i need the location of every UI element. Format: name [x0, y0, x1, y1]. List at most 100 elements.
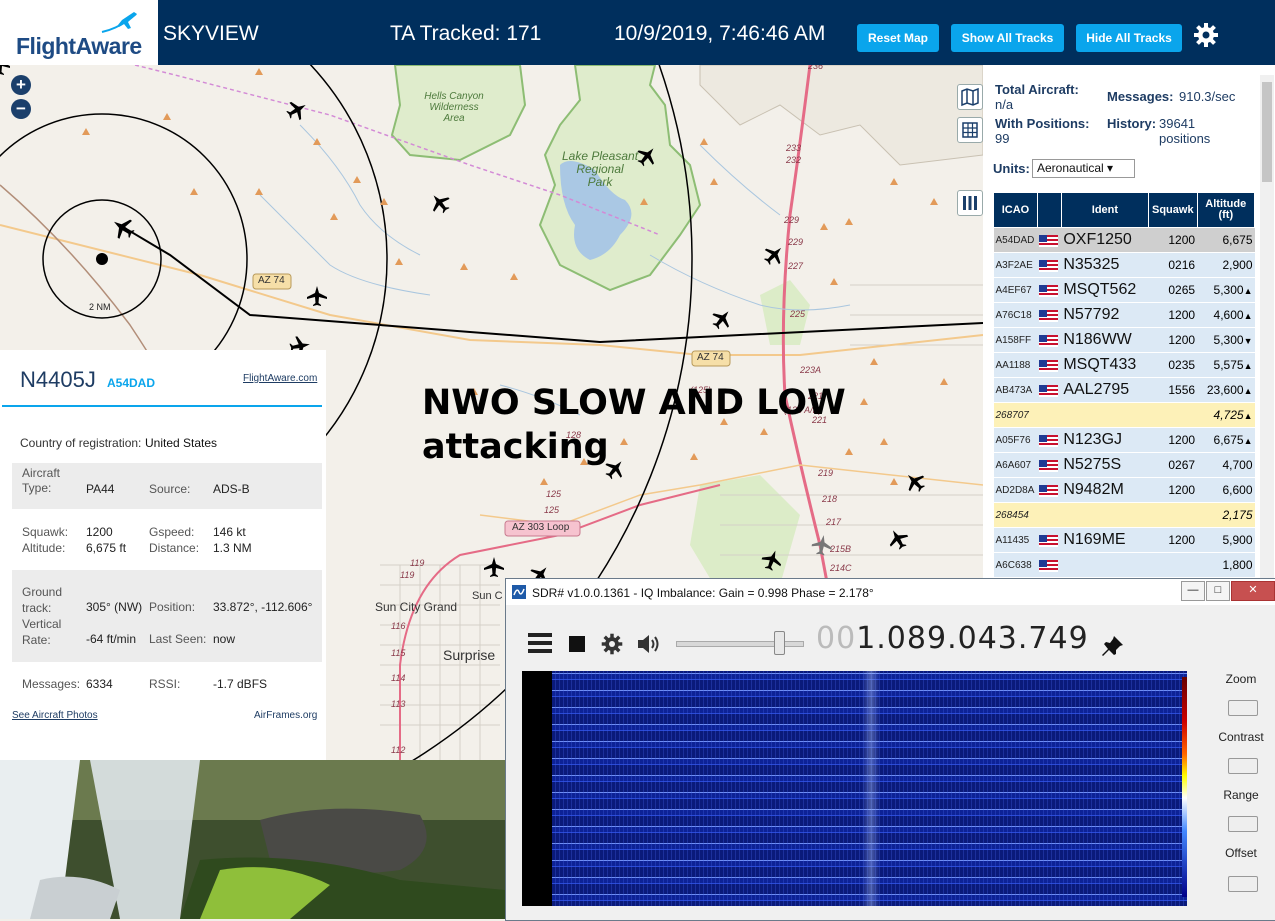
total-aircraft-label: Total Aircraft: [995, 82, 1079, 97]
reset-map-button[interactable]: Reset Map [857, 24, 939, 52]
table-row[interactable]: 268707 4,725▲ [993, 402, 1255, 428]
detail-box-track: Ground track: 305° (NW) Position: 33.872… [12, 570, 322, 662]
show-all-tracks-button[interactable]: Show All Tracks [951, 24, 1064, 52]
zoom-out-button[interactable]: − [11, 99, 31, 119]
icao-cell: A6C638 [993, 552, 1038, 578]
altitude-cell: 5,300▲ [1197, 277, 1255, 303]
volume-icon[interactable] [636, 632, 662, 656]
menu-icon[interactable] [528, 632, 554, 654]
stats-sidebar: Total Aircraft: n/a Messages: 910.3/sec … [983, 65, 1275, 580]
icao-cell: A76C18 [993, 302, 1038, 328]
flightaware-logo[interactable]: FlightAware [0, 0, 158, 65]
minimize-button[interactable]: — [1181, 581, 1205, 601]
altitude-value: 23,600 [1206, 383, 1244, 397]
altitude-value: 5,900 [1222, 533, 1253, 547]
aircraft-photos-link[interactable]: See Aircraft Photos [12, 710, 98, 721]
gspeed-label: Gspeed: [149, 525, 195, 539]
ident-cell: N123GJ [1061, 427, 1149, 453]
road-number: 236 [808, 65, 824, 71]
squawk-value: 1200 [86, 525, 113, 539]
ground-track-label: Ground track: [22, 585, 63, 615]
table-row[interactable]: A76C18 N57792 1200 4,600▲ [993, 302, 1255, 328]
altitude-cell: 4,700 [1197, 452, 1255, 478]
table-row[interactable]: A54DAD OXF1250 1200 6,675 [993, 227, 1255, 253]
us-flag-icon [1039, 385, 1059, 398]
ident-cell: MSQT562 [1061, 277, 1149, 303]
table-row[interactable]: AB473A AAL2795 1556 23,600▲ [993, 377, 1255, 403]
zoom-in-button[interactable]: + [11, 75, 31, 95]
vertical-rate-value: -64 ft/min [86, 632, 137, 646]
volume-slider-thumb[interactable] [774, 631, 785, 655]
table-row[interactable]: A4EF67 MSQT562 0265 5,300▲ [993, 277, 1255, 303]
altitude-cell: 6,600 [1197, 477, 1255, 503]
settings-icon[interactable] [600, 632, 624, 656]
ident-cell [1061, 402, 1149, 428]
road-number: 125 [546, 489, 562, 499]
hide-all-tracks-button[interactable]: Hide All Tracks [1076, 24, 1182, 52]
table-row[interactable]: A6A607 N5275S 0267 4,700 [993, 452, 1255, 478]
flag-cell [1037, 277, 1062, 303]
col-flag [1036, 192, 1062, 228]
contrast-slider[interactable] [1228, 758, 1258, 774]
units-select[interactable]: Aeronautical ▾ [1032, 159, 1135, 178]
pin-icon[interactable] [1100, 633, 1126, 659]
waterfall-display[interactable] [522, 671, 1187, 906]
table-row[interactable]: AA1188 MSQT433 0235 5,575▲ [993, 352, 1255, 378]
offset-slider[interactable] [1228, 876, 1258, 892]
altitude-cell: 4,725▲ [1197, 402, 1255, 428]
flag-cell [1037, 252, 1062, 278]
table-row[interactable]: A05F76 N123GJ 1200 6,675▲ [993, 427, 1255, 453]
flightaware-link[interactable]: FlightAware.com [243, 373, 317, 384]
flag-cell [1037, 477, 1062, 503]
aircraft-detail-panel: N4405J A54DAD FlightAware.com Country of… [0, 350, 326, 760]
close-button[interactable]: ✕ [1231, 581, 1275, 601]
squawk-cell: 0216 [1148, 252, 1198, 278]
detail-callsign: N4405J [20, 367, 96, 392]
table-row[interactable]: 268454 2,175 [993, 502, 1255, 528]
table-row[interactable]: A11435 N169ME 1200 5,900 [993, 527, 1255, 553]
grid-button[interactable] [957, 117, 983, 143]
icao-cell: A54DAD [993, 227, 1038, 253]
col-altitude[interactable]: Altitude (ft) [1196, 192, 1256, 228]
flag-cell [1037, 327, 1062, 353]
position-label: Position: [149, 600, 196, 614]
icao-cell: AD2D8A [993, 477, 1038, 503]
stop-icon[interactable] [568, 635, 586, 653]
us-flag-icon [1039, 560, 1059, 573]
col-ident[interactable]: Ident [1060, 192, 1150, 228]
label-az303: AZ 303 Loop [512, 522, 570, 533]
zoom-slider[interactable] [1228, 700, 1258, 716]
us-flag-icon [1039, 460, 1059, 473]
maximize-button[interactable]: □ [1206, 581, 1230, 601]
col-icao[interactable]: ICAO [993, 192, 1038, 228]
table-row[interactable]: AD2D8A N9482M 1200 6,600 [993, 477, 1255, 503]
road-number: 116 [391, 621, 406, 631]
altitude-cell: 23,600▲ [1197, 377, 1255, 403]
offset-label: Offset [1225, 846, 1257, 860]
ident-cell: N186WW [1061, 327, 1149, 353]
road-number: 233 [786, 143, 802, 153]
table-row[interactable]: A158FF N186WW 1200 5,300▼ [993, 327, 1255, 353]
columns-button[interactable] [957, 190, 983, 216]
altitude-trend-icon: ▲ [1243, 411, 1253, 421]
frequency-display[interactable]: 001.089.043.749 [816, 621, 1089, 656]
table-row[interactable]: A3F2AE N35325 0216 2,900 [993, 252, 1255, 278]
ident-cell [1061, 502, 1149, 528]
position-value: 33.872°, -112.606° [213, 600, 313, 614]
ident-cell: N57792 [1061, 302, 1149, 328]
range-slider[interactable] [1228, 816, 1258, 832]
sdr-app-icon [512, 585, 526, 599]
altitude-value: 6,675 ft [86, 541, 127, 555]
sdr-title-bar[interactable]: SDR# v1.0.0.1361 - IQ Imbalance: Gain = … [506, 579, 1275, 605]
table-row[interactable]: A6C638 1,800 [993, 552, 1255, 578]
altitude-cell: 6,675▲ [1197, 427, 1255, 453]
ident-cell: N5275S [1061, 452, 1149, 478]
settings-gear-icon[interactable] [1192, 21, 1220, 49]
sidebar-scroll-thumb[interactable] [1262, 82, 1272, 182]
frequency-value: 1.089.043.749 [856, 621, 1089, 656]
map-layers-button[interactable] [957, 84, 983, 110]
overlay-caption-line2: attacking [422, 427, 609, 467]
altitude-cell: 1,800 [1197, 552, 1255, 578]
col-squawk[interactable]: Squawk [1148, 192, 1198, 228]
airframes-link[interactable]: AirFrames.org [254, 710, 317, 721]
